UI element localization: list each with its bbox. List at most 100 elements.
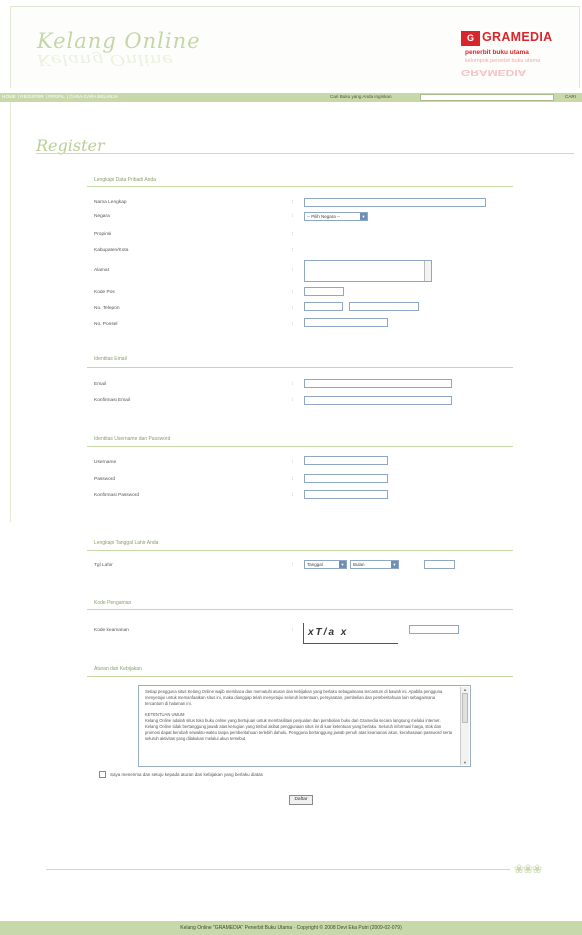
site-logo[interactable]: Kelang Online [37,29,201,53]
password-confirm-input[interactable] [304,490,388,499]
password-input[interactable] [304,474,388,483]
label-email: Email [94,382,106,387]
phone-number-input[interactable] [349,302,419,311]
birth-day-select[interactable]: Tanggal ▼ [304,560,347,569]
section-divider [87,676,513,677]
colon: : [292,476,294,482]
colon: : [292,381,294,387]
content-left-border [10,102,11,522]
captcha-input[interactable] [409,625,459,634]
agree-label: Saya menerima dan setuju kepada aturan d… [110,772,263,777]
birth-day-value: Tanggal [307,562,323,567]
chevron-down-icon: ▼ [391,561,398,568]
username-input[interactable] [304,456,388,465]
full-name-input[interactable] [304,198,486,207]
gramedia-logo-reflection: GRAMEDIA [461,68,527,78]
email-confirm-input[interactable] [304,396,452,405]
label-kota: Kabupaten/Kota [94,248,129,253]
nav-item-profil[interactable]: PROFIL [48,94,65,99]
label-kode-pos: Kode Pos [94,290,115,295]
colon: : [292,562,294,568]
birth-month-select[interactable]: Bulan ▼ [350,560,399,569]
colon: : [292,213,294,219]
section-divider [87,446,513,447]
ornament-icon: ❀❀❀ [514,862,542,876]
colon: : [292,267,294,273]
gramedia-logo-mark: G [461,31,480,46]
section-title-birth: Lengkapi Tanggal Lahir Anda [94,540,159,546]
address-scrollbar[interactable] [424,261,431,281]
section-divider [87,367,513,368]
colon: : [292,397,294,403]
scroll-down-icon[interactable]: ▼ [462,760,468,765]
gramedia-subtagline: kelompok penerbit buku utama [465,58,541,64]
terms-paragraph: Setiap pengguna situs Kelang Online waji… [145,689,443,706]
search-button[interactable]: CARI [565,94,576,99]
nav-item-cara-belanja[interactable]: CARA-CARA BELANJA [69,94,118,99]
birth-year-input[interactable] [424,560,455,569]
label-konfirmasi-email: Konfirmasi Email [94,398,130,403]
country-select[interactable]: -- Pilih Negara -- ▼ [304,212,368,221]
site-footer: Kelang Online "GRAMEDIA" Penerbit Buku U… [0,921,582,935]
email-input[interactable] [304,379,452,388]
terms-textarea[interactable]: Setiap pengguna situs Kelang Online waji… [138,685,471,767]
search-input[interactable] [420,94,554,101]
nav-links: HOME | REGISTER | PROFIL | CARA-CARA BELANJ… [2,94,118,99]
scroll-up-icon[interactable]: ▲ [462,687,468,692]
colon: : [292,231,294,237]
bottom-divider [46,869,510,870]
colon: : [292,247,294,253]
title-divider [36,153,574,154]
label-telepon: No. Telepon [94,306,120,311]
label-nama-lengkap: Nama Lengkap [94,200,127,205]
postal-code-input[interactable] [304,287,344,296]
section-title-email: Identitas Email [94,356,127,362]
country-select-value: -- Pilih Negara -- [307,214,341,219]
section-divider [87,550,513,551]
section-divider [87,609,513,610]
site-logo-reflection: Kelang Online [37,51,174,69]
terms-paragraph: Kelang Online adalah situs toko buku onl… [145,718,453,741]
label-negara: Negara [94,214,110,219]
label-alamat: Alamat [94,268,109,273]
section-title-personal: Lengkapi Data Pribadi Anda [94,177,156,183]
colon: : [292,321,294,327]
colon: : [292,627,294,633]
nav-bar: HOME | REGISTER | PROFIL | CARA-CARA BELANJ… [0,93,582,102]
label-username: Username [94,460,117,465]
section-divider [87,186,513,187]
section-title-terms: Aturan dan Kebijakan [94,666,142,672]
phone-area-input[interactable] [304,302,343,311]
section-title-account: Identitas Username dan Password [94,436,171,442]
gramedia-tagline: penerbit buku utama [465,49,529,56]
site-header: Kelang Online Kelang Online G GRAMEDIA p… [10,6,580,88]
submit-button[interactable]: Daftar [289,795,313,805]
colon: : [292,289,294,295]
scroll-thumb[interactable] [462,693,468,723]
chevron-down-icon: ▼ [360,213,367,220]
label-password: Password [94,477,116,482]
birth-month-value: Bulan [353,562,365,567]
agree-checkbox[interactable] [99,771,106,778]
colon: : [292,492,294,498]
mobile-input[interactable] [304,318,388,327]
label-kode-keamanan: Kode keamanan [94,628,129,633]
address-textarea[interactable] [304,260,432,282]
label-ponsel: No. Ponsel [94,322,118,327]
terms-scrollbar[interactable]: ▲ ▼ [460,687,469,765]
nav-item-register[interactable]: REGISTER [20,94,43,99]
label-tgl-lahir: Tgl Lahir [94,563,113,568]
chevron-down-icon: ▼ [339,561,346,568]
colon: : [292,305,294,311]
captcha-image: xT/a x [303,623,398,644]
register-page: Kelang Online Kelang Online G GRAMEDIA p… [0,0,582,935]
nav-item-home[interactable]: HOME [2,94,16,99]
label-konfirmasi-password: Konfirmasi Password [94,493,140,498]
section-title-security: Kode Pengaman [94,600,132,606]
search-label: Cari Buku yang Anda inginkan [330,94,392,99]
terms-text: Setiap pengguna situs Kelang Online waji… [145,689,453,747]
colon: : [292,199,294,205]
colon: : [292,459,294,465]
gramedia-brand-name: GRAMEDIA [482,30,553,44]
label-propinsi: Propinsi [94,232,112,237]
